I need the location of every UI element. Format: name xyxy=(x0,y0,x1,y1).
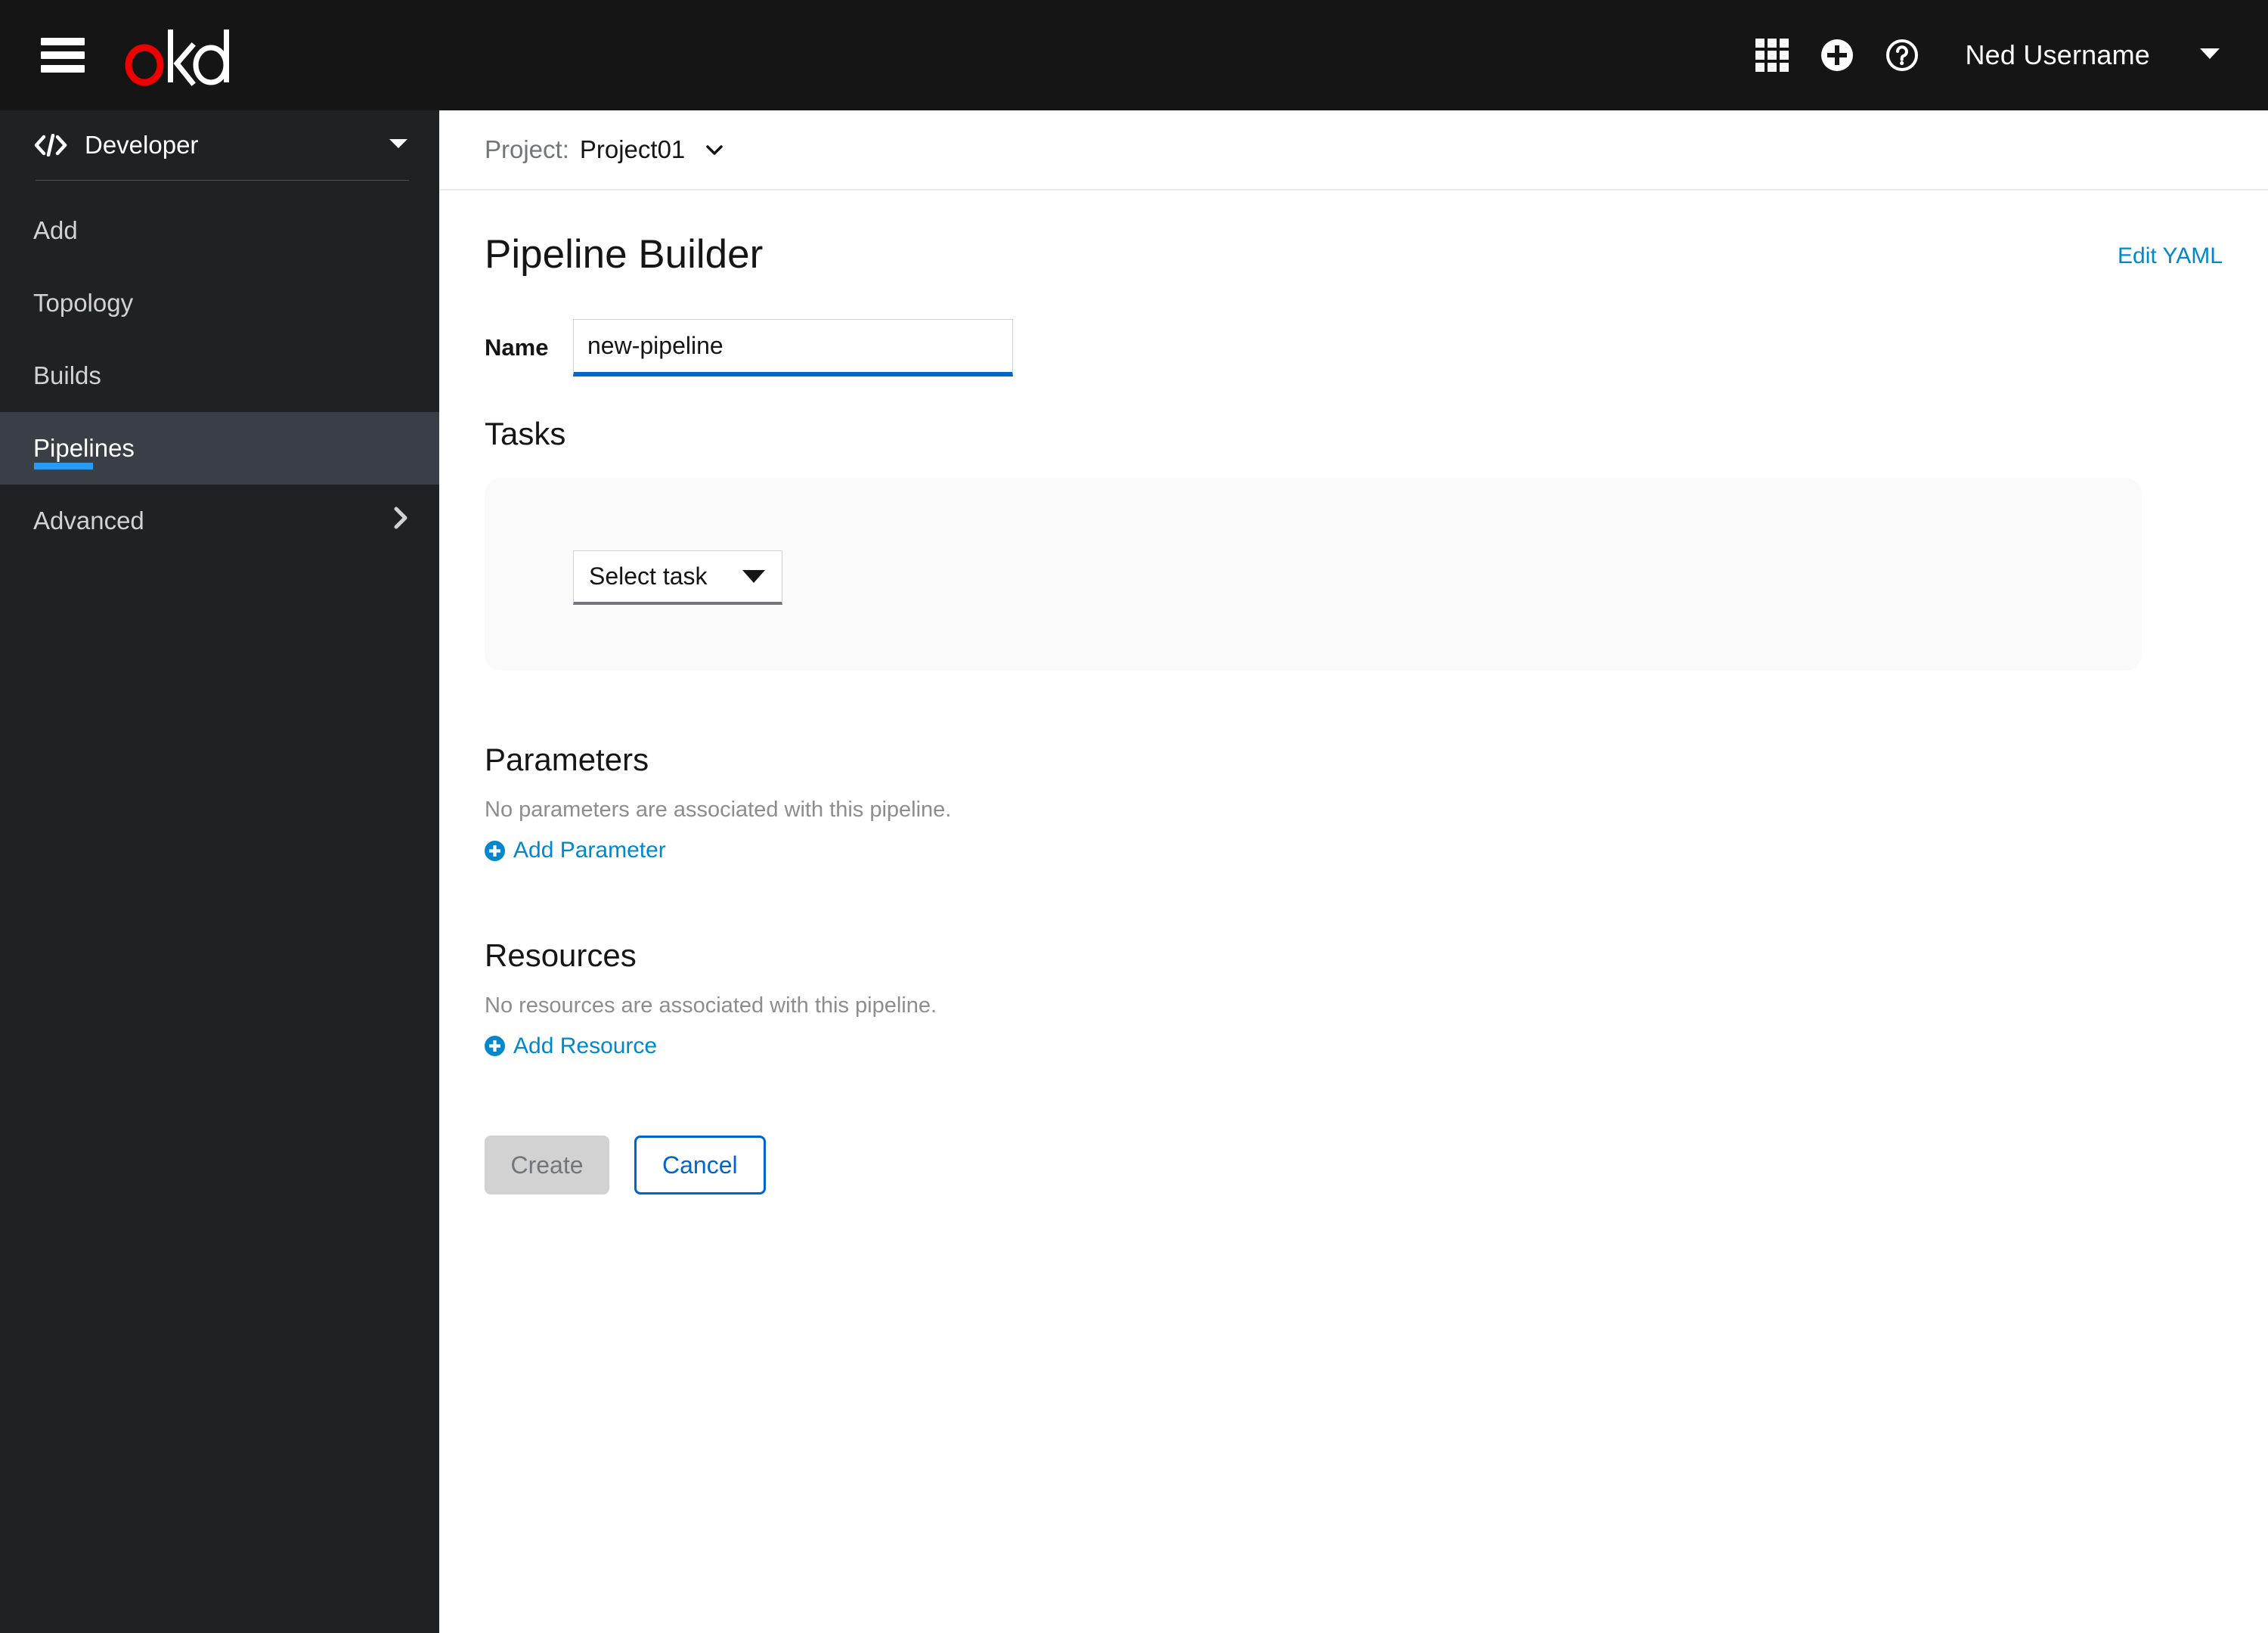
question-circle-icon[interactable] xyxy=(1870,23,1935,88)
resources-heading: Resources xyxy=(485,937,637,973)
select-task-label: Select task xyxy=(589,562,708,590)
parameters-heading: Parameters xyxy=(485,742,649,778)
plus-circle-filled-icon xyxy=(485,1036,505,1057)
plus-circle-filled-icon xyxy=(485,840,505,861)
caret-down-icon xyxy=(2198,46,2221,65)
masthead-actions: Ned Username xyxy=(1740,0,2268,110)
add-parameter-link[interactable]: Add Parameter xyxy=(485,838,666,863)
name-field-row: Name xyxy=(485,319,2223,377)
plus-circle-icon[interactable] xyxy=(1805,23,1870,88)
resources-empty-text: No resources are associated with this pi… xyxy=(485,993,937,1018)
tasks-panel: Select task xyxy=(485,478,2142,671)
select-task-dropdown[interactable]: Select task xyxy=(573,550,782,606)
pipeline-name-input[interactable] xyxy=(573,319,1013,377)
hamburger-bar xyxy=(41,65,85,73)
active-indicator xyxy=(34,463,93,469)
add-parameter-label: Add Parameter xyxy=(513,838,666,863)
project-selector-value[interactable]: Project01 xyxy=(580,135,685,164)
okd-logo[interactable] xyxy=(124,0,237,110)
masthead: Ned Username xyxy=(0,0,2268,110)
sidebar-item-label: Advanced xyxy=(33,507,144,535)
sidebar-item-advanced[interactable]: Advanced xyxy=(0,485,439,557)
user-name-label: Ned Username xyxy=(1965,39,2150,70)
project-label: Project: xyxy=(485,135,569,163)
sidebar-item-add[interactable]: Add xyxy=(0,194,439,267)
project-bar: Project: Project01 xyxy=(439,110,2268,191)
pipeline-builder-form: Name Tasks Select task Parameters No par… xyxy=(439,319,2268,1195)
add-resource-label: Add Resource xyxy=(513,1033,658,1058)
name-label: Name xyxy=(485,334,549,361)
chevron-down-icon[interactable] xyxy=(705,143,724,156)
caret-down-icon xyxy=(388,137,409,154)
hamburger-bar xyxy=(41,51,85,59)
sidebar-navigation: Developer Add Topology Builds Pipelines … xyxy=(0,110,439,1633)
tasks-heading: Tasks xyxy=(485,416,566,452)
sidebar-item-pipelines[interactable]: Pipelines xyxy=(0,412,439,485)
page-title: Pipeline Builder xyxy=(485,232,764,277)
create-button[interactable]: Create xyxy=(485,1136,609,1195)
add-resource-link[interactable]: Add Resource xyxy=(485,1033,657,1059)
form-actions: Create Cancel xyxy=(485,1136,2223,1195)
user-menu[interactable]: Ned Username xyxy=(1965,0,2226,110)
sidebar-item-label: Pipelines xyxy=(33,434,135,462)
sidebar-item-builds[interactable]: Builds xyxy=(0,339,439,412)
caret-down-icon xyxy=(742,570,765,584)
hamburger-menu-icon[interactable] xyxy=(41,38,85,73)
main-content: Project: Project01 Pipeline Builder Edit… xyxy=(439,110,2268,1633)
sidebar-item-label: Topology xyxy=(33,289,134,317)
edit-yaml-link[interactable]: Edit YAML xyxy=(2118,233,2223,269)
sidebar-item-label: Builds xyxy=(33,361,101,389)
code-icon xyxy=(33,134,68,156)
parameters-empty-text: No parameters are associated with this p… xyxy=(485,798,952,823)
perspective-label: Developer xyxy=(85,131,199,159)
sidebar-item-list: Add Topology Builds Pipelines Advanced xyxy=(0,181,439,557)
sidebar-item-topology[interactable]: Topology xyxy=(0,267,439,339)
apps-grid-icon[interactable] xyxy=(1740,23,1805,88)
perspective-switcher[interactable]: Developer xyxy=(0,110,439,180)
cancel-button[interactable]: Cancel xyxy=(634,1136,766,1195)
sidebar-item-label: Add xyxy=(33,216,78,244)
hamburger-bar xyxy=(41,38,85,45)
chevron-right-icon xyxy=(392,506,409,536)
page-header: Pipeline Builder Edit YAML xyxy=(439,191,2268,277)
